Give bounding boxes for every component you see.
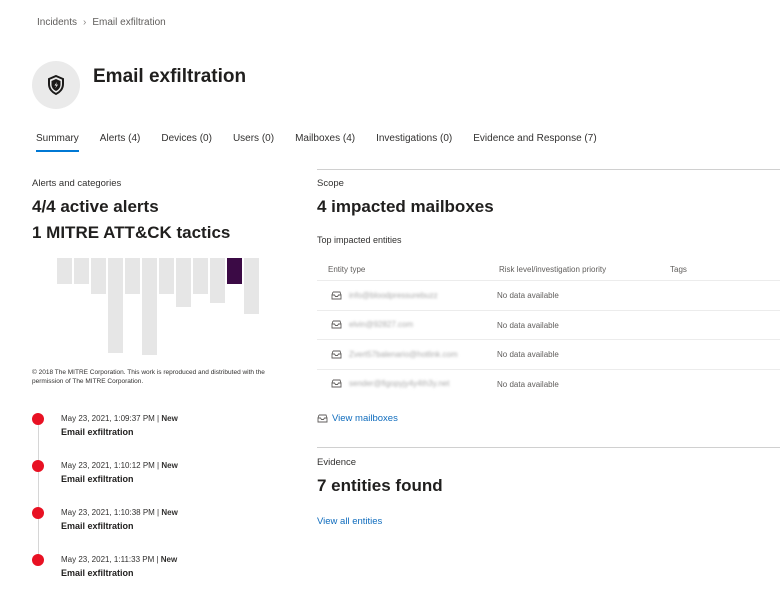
table-row-divider: [317, 369, 780, 370]
timeline-line: [38, 420, 39, 562]
tab-devices[interactable]: Devices (0): [161, 133, 212, 152]
tactic-cell[interactable]: [108, 258, 123, 353]
tab-summary[interactable]: Summary: [36, 133, 79, 152]
alert-name[interactable]: Email exfiltration: [61, 474, 134, 484]
alert-name[interactable]: Email exfiltration: [61, 568, 134, 578]
risk-level: No data available: [497, 350, 559, 359]
risk-level: No data available: [497, 380, 559, 389]
alert-name[interactable]: Email exfiltration: [61, 427, 134, 437]
tactic-cell[interactable]: [176, 258, 191, 307]
breadcrumb-current: Email exfiltration: [92, 17, 166, 28]
tactic-cell[interactable]: [74, 258, 89, 284]
tactic-cell[interactable]: [159, 258, 174, 294]
table-row-divider: [317, 310, 780, 311]
section-divider: [317, 169, 780, 170]
breadcrumb: Incidents › Email exfiltration: [37, 17, 166, 28]
alert-name[interactable]: Email exfiltration: [61, 521, 134, 531]
tactic-cell[interactable]: [210, 258, 225, 303]
mailbox-icon: [331, 379, 342, 388]
alert-timestamp: May 23, 2021, 1:10:38 PM | New: [61, 508, 178, 517]
alerts-section-label: Alerts and categories: [32, 178, 122, 189]
mitre-copyright: © 2018 The MITRE Corporation. This work …: [32, 369, 265, 385]
evidence-section-label: Evidence: [317, 457, 357, 468]
entity-name[interactable]: sender@figopyjy4y4th3y.net: [349, 379, 449, 388]
impacted-mailboxes-count: 4 impacted mailboxes: [317, 197, 494, 216]
page-title: Email exfiltration: [93, 66, 247, 87]
table-row-divider: [317, 339, 780, 340]
alert-timestamp: May 23, 2021, 1:09:37 PM | New: [61, 414, 178, 423]
alert-dot-icon: [32, 554, 44, 566]
tactic-cell[interactable]: [125, 258, 140, 294]
tab-evidence-response[interactable]: Evidence and Response (7): [473, 133, 596, 152]
entities-found-count: 7 entities found: [317, 476, 443, 495]
entity-name[interactable]: Zvert57balenario@hotlink.com: [349, 350, 458, 359]
column-header-tags[interactable]: Tags: [670, 265, 687, 274]
mitre-tactics-grid[interactable]: [57, 258, 259, 355]
mailbox-icon: [331, 291, 342, 300]
tactic-cell[interactable]: [142, 258, 157, 355]
shield-icon: [48, 75, 64, 95]
tactic-cell[interactable]: [91, 258, 106, 294]
column-header-risk-level[interactable]: Risk level/investigation priority: [499, 265, 606, 274]
top-entities-label: Top impacted entities: [317, 235, 402, 245]
mailbox-icon: [331, 350, 342, 359]
entity-name[interactable]: elvin@92827.com: [349, 320, 413, 329]
column-header-entity-type[interactable]: Entity type: [328, 265, 365, 274]
incident-avatar: [32, 61, 80, 109]
tactic-cell-active[interactable]: [227, 258, 242, 284]
entity-name[interactable]: info@bloodpressurebuzz: [349, 291, 438, 300]
tab-users[interactable]: Users (0): [233, 133, 274, 152]
tactic-cell[interactable]: [193, 258, 208, 294]
alert-dot-icon: [32, 507, 44, 519]
alert-dot-icon: [32, 460, 44, 472]
risk-level: No data available: [497, 321, 559, 330]
scope-section-label: Scope: [317, 178, 344, 189]
tab-mailboxes[interactable]: Mailboxes (4): [295, 133, 355, 152]
tab-alerts[interactable]: Alerts (4): [100, 133, 141, 152]
alert-timestamp: May 23, 2021, 1:10:12 PM | New: [61, 461, 178, 470]
active-alerts-count: 4/4 active alerts: [32, 197, 159, 216]
alert-timestamp: May 23, 2021, 1:11:33 PM | New: [61, 555, 178, 564]
view-all-entities-link[interactable]: View all entities: [317, 516, 382, 527]
tab-bar: Summary Alerts (4) Devices (0) Users (0)…: [36, 133, 618, 152]
section-divider: [317, 447, 780, 448]
risk-level: No data available: [497, 291, 559, 300]
tactic-cell[interactable]: [244, 258, 259, 314]
tactic-cell[interactable]: [57, 258, 72, 284]
chevron-right-icon: ›: [83, 17, 87, 28]
tab-investigations[interactable]: Investigations (0): [376, 133, 452, 152]
view-mailboxes-link[interactable]: View mailboxes: [332, 413, 398, 424]
breadcrumb-incidents[interactable]: Incidents: [37, 17, 77, 28]
table-divider: [317, 280, 780, 281]
mitre-tactics-count: 1 MITRE ATT&CK tactics: [32, 223, 231, 242]
alert-dot-icon: [32, 413, 44, 425]
mailbox-icon: [331, 320, 342, 329]
mailbox-icon: [317, 414, 328, 423]
